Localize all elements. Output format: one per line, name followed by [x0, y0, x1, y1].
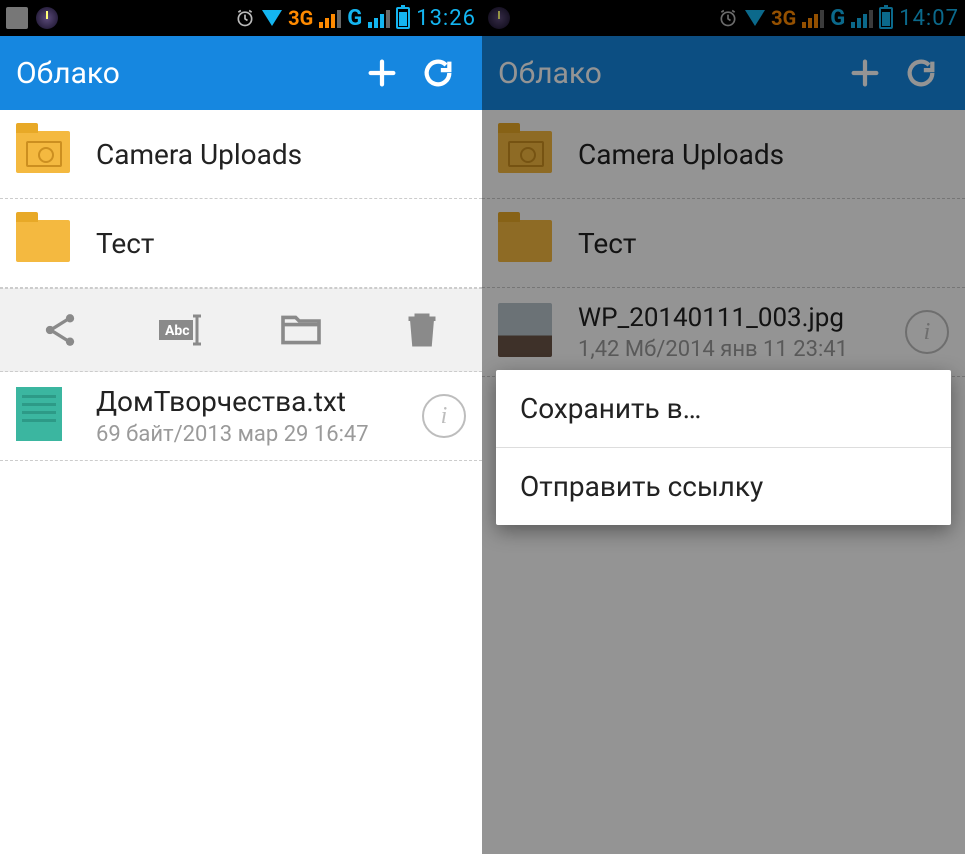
folder-row-test[interactable]: Тест — [0, 199, 482, 288]
menu-item-send-link[interactable]: Отправить ссылку — [496, 447, 951, 525]
signal-sim1-icon — [319, 8, 341, 28]
refresh-button[interactable] — [410, 45, 466, 101]
battery-icon — [396, 7, 410, 29]
move-button[interactable] — [277, 306, 325, 354]
menu-item-save-to[interactable]: Сохранить в… — [496, 370, 951, 447]
rename-button[interactable]: Abc — [157, 306, 205, 354]
gallery-icon — [6, 7, 28, 29]
selection-toolbar: Abc — [0, 288, 482, 372]
add-button[interactable] — [354, 45, 410, 101]
context-menu: Сохранить в… Отправить ссылку — [496, 370, 951, 525]
status-bar: 3G G 13:26 — [0, 0, 482, 36]
file-meta: 69 байт/2013 мар 29 16:47 — [96, 422, 422, 447]
screenshot-left: 3G G 13:26 Облако Camera Uploads Тест — [0, 0, 482, 854]
app-notification-icon — [36, 7, 58, 29]
network-3g-label: 3G — [288, 6, 313, 30]
file-row-selected[interactable]: ДомТворчества.txt 69 байт/2013 мар 29 16… — [0, 372, 482, 461]
svg-text:Abc: Abc — [165, 323, 190, 339]
clock-time: 13:26 — [416, 6, 476, 31]
text-file-icon — [16, 387, 62, 441]
info-button[interactable]: i — [422, 394, 466, 438]
app-bar: Облако — [0, 36, 482, 110]
alarm-icon — [234, 7, 256, 29]
file-name: ДомТворчества.txt — [96, 385, 422, 418]
delete-button[interactable] — [398, 306, 446, 354]
camera-folder-icon — [16, 131, 70, 173]
network-g-label: G — [347, 6, 362, 31]
share-button[interactable] — [36, 306, 84, 354]
folder-icon — [16, 220, 70, 262]
app-title: Облако — [16, 56, 354, 91]
signal-sim2-icon — [368, 8, 390, 28]
folder-row-camera-uploads[interactable]: Camera Uploads — [0, 110, 482, 199]
file-list: Camera Uploads Тест Abc ДомТворчества.tx… — [0, 110, 482, 461]
screenshot-right: 3G G 14:07 Облако Camera Uploads Тест — [482, 0, 965, 854]
folder-name: Camera Uploads — [96, 138, 466, 171]
folder-name: Тест — [96, 227, 466, 260]
wifi-icon — [262, 10, 282, 26]
